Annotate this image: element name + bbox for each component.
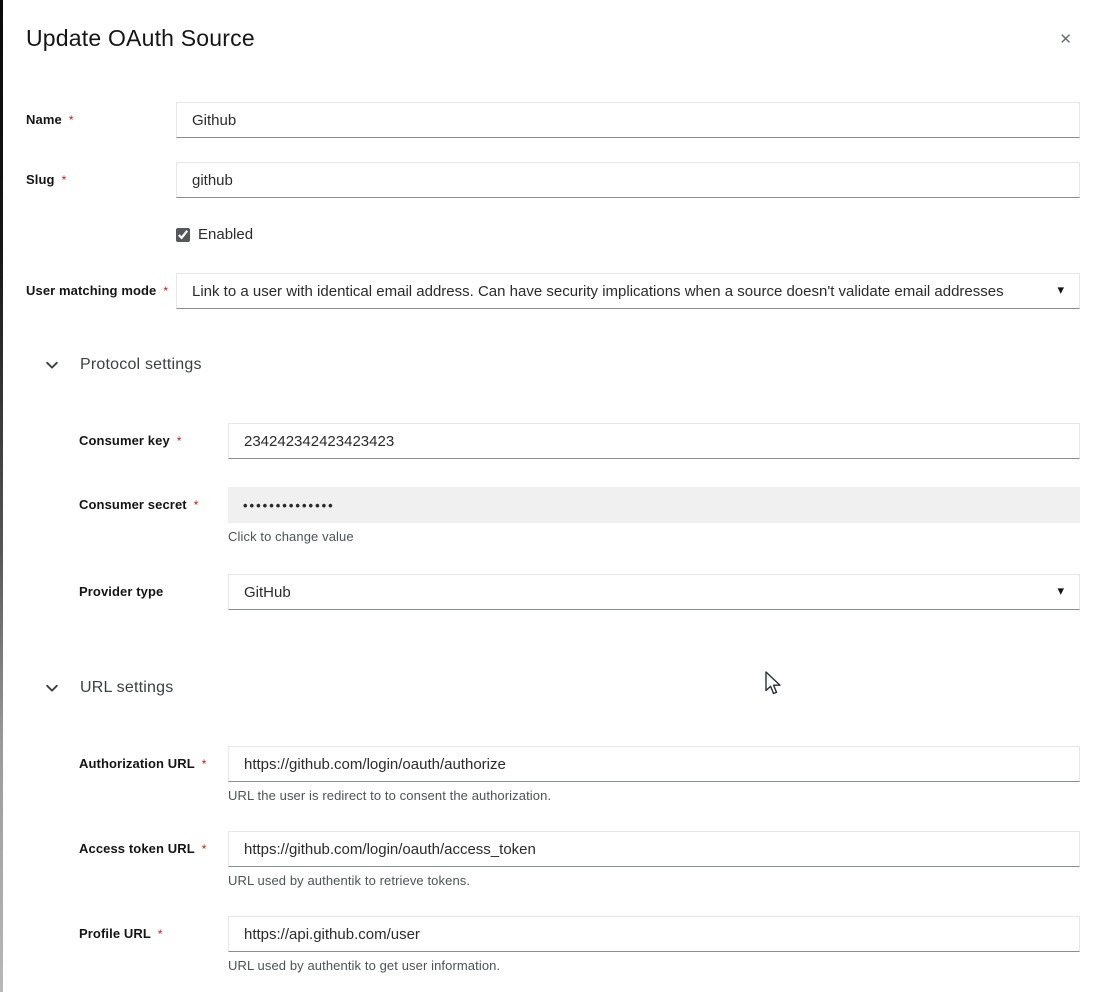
chevron-down-icon	[45, 358, 59, 372]
provider-type-select-wrap: ▾	[228, 574, 1080, 610]
enabled-checkbox-row: Enabled	[176, 222, 1080, 243]
required-marker: *	[62, 173, 67, 187]
access-token-url-label: Access token URL*	[79, 831, 228, 856]
consumer-secret-field-group: •••••••••••••• Click to change value	[228, 487, 1080, 544]
provider-type-label: Provider type	[79, 574, 228, 599]
profile-url-input[interactable]	[228, 916, 1080, 952]
profile-url-helper: URL used by authentik to get user inform…	[228, 958, 1080, 973]
protocol-settings-section-toggle[interactable]: Protocol settings	[26, 353, 1080, 377]
user-matching-mode-select-wrap: ▾	[176, 273, 1080, 309]
url-settings-section-body: Authorization URL* URL the user is redir…	[26, 746, 1080, 973]
profile-url-row: Profile URL* URL used by authentik to ge…	[79, 916, 1080, 973]
slug-label: Slug*	[26, 162, 176, 187]
consumer-key-input[interactable]	[228, 423, 1080, 459]
consumer-key-label: Consumer key*	[79, 423, 228, 448]
enabled-field-row: Enabled	[26, 222, 1080, 243]
enabled-label[interactable]: Enabled	[198, 226, 253, 243]
close-icon[interactable]: ✕	[1055, 28, 1076, 52]
consumer-secret-masked-value[interactable]: ••••••••••••••	[228, 487, 1080, 523]
chevron-down-icon	[45, 681, 59, 695]
required-marker: *	[194, 498, 199, 512]
authorization-url-helper: URL the user is redirect to to consent t…	[228, 788, 1080, 803]
user-matching-mode-select[interactable]	[176, 273, 1080, 309]
required-marker: *	[202, 842, 207, 856]
access-token-url-helper: URL used by authentik to retrieve tokens…	[228, 873, 1080, 888]
provider-type-row: Provider type ▾	[79, 574, 1080, 610]
consumer-secret-label: Consumer secret*	[79, 487, 228, 512]
authorization-url-row: Authorization URL* URL the user is redir…	[79, 746, 1080, 803]
name-label: Name*	[26, 102, 176, 127]
authorization-url-field-group: URL the user is redirect to to consent t…	[228, 746, 1080, 803]
modal-header: Update OAuth Source ✕	[0, 0, 1104, 52]
enabled-spacer	[26, 222, 176, 232]
access-token-url-field-group: URL used by authentik to retrieve tokens…	[228, 831, 1080, 888]
authorization-url-input[interactable]	[228, 746, 1080, 782]
slug-field-row: Slug*	[26, 162, 1080, 198]
name-field-row: Name*	[26, 102, 1080, 138]
user-matching-mode-label: User matching mode*	[26, 273, 176, 298]
required-marker: *	[163, 284, 168, 298]
authorization-url-label: Authorization URL*	[79, 746, 228, 771]
url-settings-section-toggle[interactable]: URL settings	[26, 676, 1080, 700]
user-matching-mode-row: User matching mode* ▾	[26, 273, 1080, 309]
enabled-checkbox[interactable]	[176, 228, 190, 242]
required-marker: *	[202, 757, 207, 771]
name-input[interactable]	[176, 102, 1080, 138]
provider-type-select[interactable]	[228, 574, 1080, 610]
section-title: URL settings	[80, 676, 173, 700]
access-token-url-row: Access token URL* URL used by authentik …	[79, 831, 1080, 888]
section-title: Protocol settings	[80, 353, 202, 377]
window-left-edge	[0, 0, 3, 992]
profile-url-label: Profile URL*	[79, 916, 228, 941]
profile-url-field-group: URL used by authentik to get user inform…	[228, 916, 1080, 973]
access-token-url-input[interactable]	[228, 831, 1080, 867]
required-marker: *	[158, 927, 163, 941]
required-marker: *	[69, 113, 74, 127]
oauth-source-form: Name* Slug* Enabled User matching mode* …	[0, 102, 1104, 993]
consumer-secret-row: Consumer secret* •••••••••••••• Click to…	[79, 487, 1080, 544]
consumer-key-row: Consumer key*	[79, 423, 1080, 459]
protocol-settings-section-body: Consumer key* Consumer secret* •••••••••…	[26, 423, 1080, 610]
slug-input[interactable]	[176, 162, 1080, 198]
required-marker: *	[177, 434, 182, 448]
consumer-secret-helper: Click to change value	[228, 529, 1080, 544]
page-title: Update OAuth Source	[26, 24, 255, 52]
